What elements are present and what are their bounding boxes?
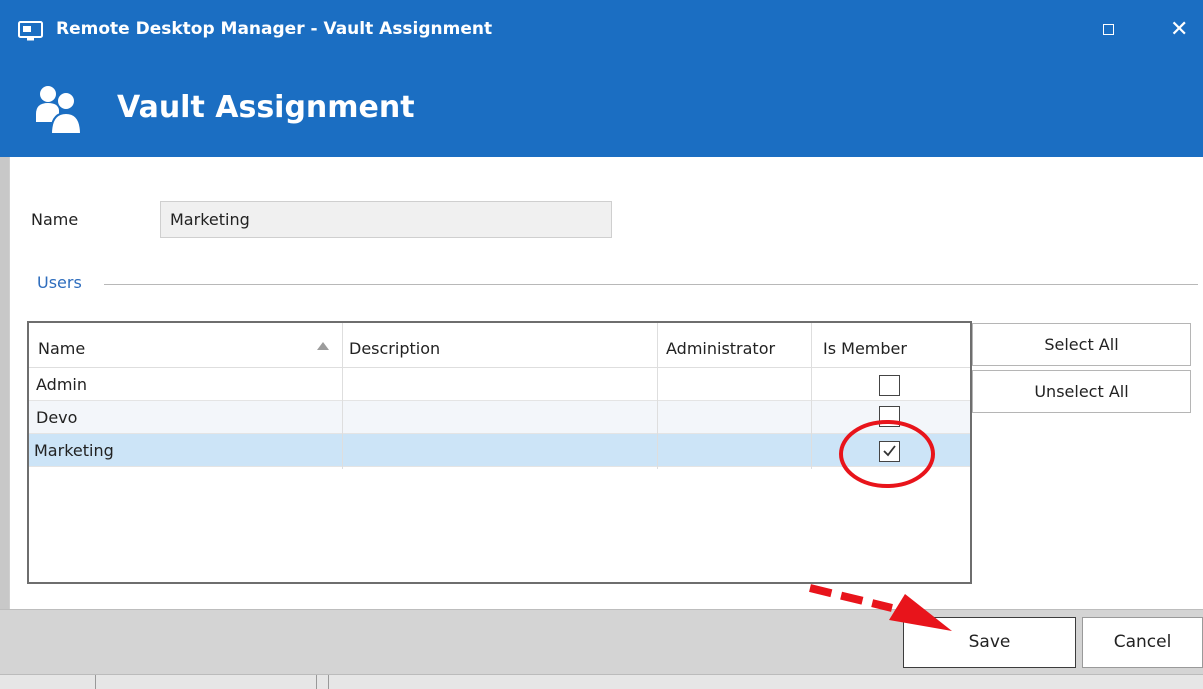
header-banner: Vault Assignment (0, 60, 1203, 157)
cancel-button[interactable]: Cancel (1082, 617, 1203, 668)
form-panel: Name Marketing Users Name Description Ad… (9, 157, 1203, 609)
row-name: Admin (36, 375, 87, 394)
unselect-all-button[interactable]: Unselect All (972, 370, 1191, 413)
users-section-label: Users (37, 273, 82, 292)
column-header-name[interactable]: Name (38, 338, 85, 360)
column-divider (811, 323, 812, 469)
name-label: Name (31, 210, 79, 229)
page-heading: Vault Assignment (117, 90, 415, 125)
maximize-button[interactable] (1088, 12, 1128, 48)
status-divider (316, 675, 317, 689)
maximize-icon (1103, 24, 1114, 35)
users-group-icon (36, 86, 83, 135)
status-bar (0, 674, 1203, 689)
column-divider (657, 323, 658, 469)
table-row[interactable]: Admin (29, 368, 970, 401)
status-divider (328, 675, 329, 689)
vault-assignment-window: Remote Desktop Manager - Vault Assignmen… (0, 0, 1203, 689)
column-divider (342, 323, 343, 469)
name-field[interactable]: Marketing (160, 201, 612, 238)
is-member-checkbox[interactable] (879, 375, 900, 396)
table-row[interactable]: Devo (29, 401, 970, 434)
dialog-footer: Save Cancel (0, 609, 1203, 674)
close-button[interactable]: ✕ (1160, 12, 1200, 48)
sort-ascending-icon (317, 342, 329, 350)
title-bar[interactable]: Remote Desktop Manager - Vault Assignmen… (0, 0, 1203, 60)
table-row-selected[interactable]: Marketing (29, 434, 970, 467)
checkmark-icon (883, 445, 896, 457)
column-header-administrator[interactable]: Administrator (666, 338, 775, 360)
remote-desktop-icon (18, 21, 43, 41)
row-name: Marketing (34, 441, 114, 460)
window-title: Remote Desktop Manager - Vault Assignmen… (56, 19, 493, 39)
grid-header: Name Description Administrator Is Member (29, 323, 970, 368)
column-header-description[interactable]: Description (349, 338, 440, 360)
users-grid[interactable]: Name Description Administrator Is Member… (27, 321, 972, 584)
select-all-button[interactable]: Select All (972, 323, 1191, 366)
section-divider (104, 284, 1198, 285)
save-button[interactable]: Save (903, 617, 1076, 668)
row-name: Devo (36, 408, 78, 427)
close-icon: ✕ (1170, 17, 1189, 42)
column-header-is-member[interactable]: Is Member (823, 338, 907, 360)
status-divider (95, 675, 96, 689)
is-member-checkbox-checked[interactable] (879, 441, 900, 462)
is-member-checkbox[interactable] (879, 406, 900, 427)
